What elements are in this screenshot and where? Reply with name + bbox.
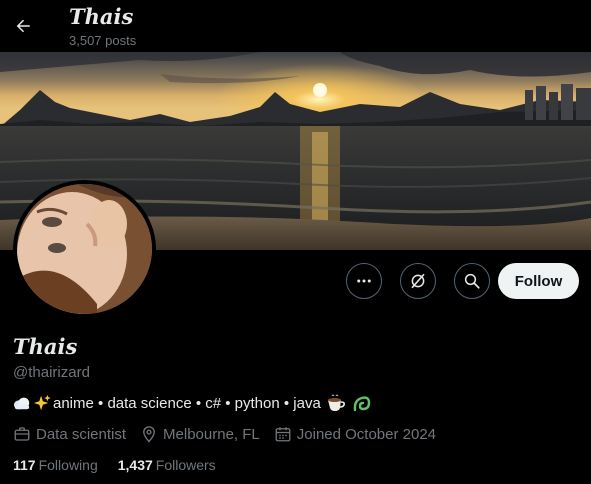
profile-actions: Follow [346, 263, 579, 299]
bio-text: anime • data science • c# • python • jav… [53, 394, 321, 412]
bio: anime • data science • c# • python • jav… [13, 394, 374, 412]
profile-meta: Data scientist Melbourne, FL Joined Octo… [13, 425, 450, 443]
display-name: Thais [13, 334, 78, 359]
following-label: Following [38, 457, 98, 473]
calendar-icon [275, 427, 291, 442]
top-bar: Thais 3,507 posts [0, 0, 591, 52]
followers-label: Followers [155, 457, 216, 473]
following-count: 117 [13, 457, 36, 473]
more-icon [357, 279, 371, 283]
grok-button[interactable] [400, 263, 436, 299]
sparkles-icon [33, 394, 51, 411]
location: Melbourne, FL [140, 425, 260, 443]
followers-link[interactable]: 1,437 Followers [118, 457, 216, 473]
cloud-icon [13, 397, 30, 410]
avatar[interactable] [13, 180, 156, 318]
more-button[interactable] [346, 263, 382, 299]
join-date-label: Joined October 2024 [296, 425, 437, 443]
follow-button[interactable]: Follow [498, 263, 579, 299]
header-name: Thais [69, 4, 134, 29]
briefcase-icon [14, 427, 30, 441]
handle: @thairizard [13, 364, 90, 381]
followers-count: 1,437 [117, 457, 153, 473]
search-icon [464, 273, 480, 289]
follow-stats: 117 Following 1,437 Followers [13, 457, 236, 473]
location-pin-icon [143, 426, 155, 443]
post-count: 3,507 posts [69, 33, 137, 48]
green-plant-icon [353, 396, 371, 412]
back-button[interactable] [8, 11, 38, 41]
location-label: Melbourne, FL [163, 425, 260, 443]
profession: Data scientist [13, 425, 126, 443]
avatar-photo [17, 184, 152, 314]
join-date: Joined October 2024 [274, 425, 436, 443]
profession-label: Data scientist [36, 425, 127, 443]
grok-icon [411, 273, 425, 289]
following-link[interactable]: 117 Following [13, 457, 98, 473]
search-button[interactable] [454, 263, 490, 299]
coffee-icon [327, 394, 345, 411]
back-arrow-icon [16, 19, 30, 33]
